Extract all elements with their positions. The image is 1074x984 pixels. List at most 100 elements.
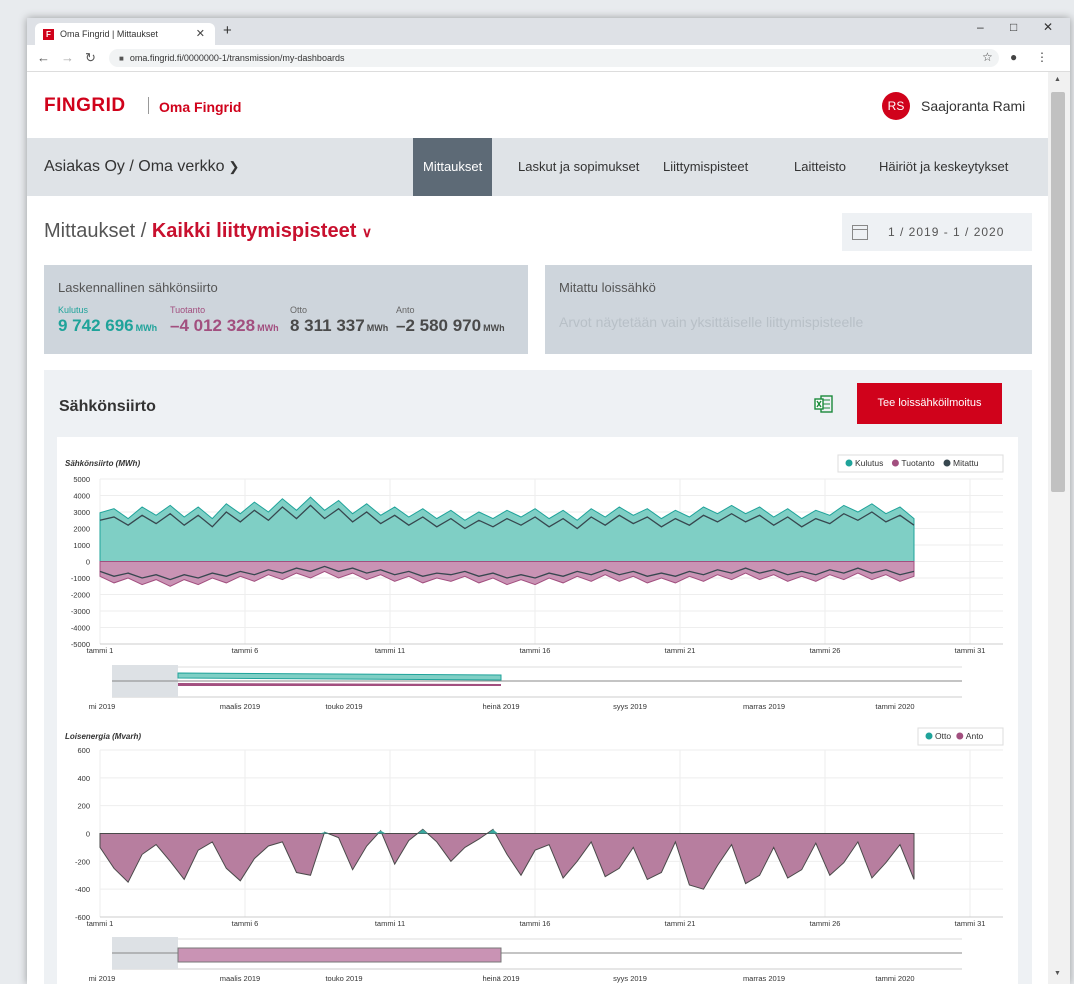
navigator-tick-label: marras 2019 <box>743 974 785 983</box>
metric-value: –4 012 328 <box>170 316 256 335</box>
scrollbar[interactable]: ▲ ▼ <box>1048 72 1070 984</box>
x-tick-label: tammi 6 <box>232 919 259 928</box>
new-tab-button[interactable]: + <box>223 22 232 39</box>
nav-item-laskut[interactable]: Laskut ja sopimukset <box>508 138 649 196</box>
chevron-down-icon: ❯ <box>228 159 240 174</box>
nav-item-mittaukset[interactable]: Mittaukset <box>413 138 493 196</box>
maximize-button[interactable]: □ <box>1010 20 1017 34</box>
legend-label: Otto <box>935 731 951 741</box>
x-tick-label: tammi 26 <box>810 646 841 655</box>
scroll-down-icon[interactable]: ▼ <box>1054 970 1061 977</box>
close-window-button[interactable]: ✕ <box>1043 20 1053 34</box>
back-arrow-icon[interactable]: ← <box>37 50 50 65</box>
otto-area <box>319 832 330 834</box>
browser-tab[interactable]: F Oma Fingrid | Mittaukset ✕ <box>35 23 215 45</box>
breadcrumb-root[interactable]: Mittaukset / <box>44 220 146 242</box>
navigator-kulutus <box>177 672 502 681</box>
metric-label: Tuotanto <box>170 305 206 315</box>
y-tick-label: 2000 <box>73 525 90 534</box>
legend-marker <box>956 732 964 740</box>
legend-label: Tuotanto <box>901 458 935 468</box>
y-tick-label: 5000 <box>73 475 90 484</box>
x-tick-label: tammi 16 <box>520 919 551 928</box>
metric-label: Anto <box>396 305 415 315</box>
navigator-tick-label: touko 2019 <box>325 974 362 983</box>
lock-icon: ■ <box>119 54 124 63</box>
navigator-tick-label: touko 2019 <box>325 702 362 711</box>
y-tick-label: 4000 <box>73 492 90 501</box>
close-tab-icon[interactable]: ✕ <box>196 27 205 40</box>
metric-tuotanto: Tuotanto –4 012 328 MWh <box>170 305 279 336</box>
chart-title: Loisenergia (Mvarh) <box>65 732 141 741</box>
x-tick-label: tammi 11 <box>375 919 405 928</box>
navigator-tick-label: tammi 2020 <box>875 702 914 711</box>
y-tick-label: 600 <box>77 746 90 755</box>
organization-label: Asiakas Oy / Oma verkko <box>44 158 225 175</box>
x-tick-label: tammi 6 <box>232 646 259 655</box>
kulutus-area <box>99 496 915 562</box>
calendar-icon <box>852 225 868 240</box>
charts-svg: Sähkönsiirto (MWh) Kulutus Tuotanto Mitattu… <box>65 454 1004 983</box>
navigator-tick-label: maalis 2019 <box>220 702 260 711</box>
bookmark-star-icon[interactable]: ☆ <box>982 50 993 64</box>
breadcrumb: Mittaukset / Kaikki liittymispisteet ∨ <box>44 220 372 243</box>
navigator-tick-label: mi 2019 <box>89 974 116 983</box>
navigator-loisenergia <box>177 947 502 963</box>
legend-marker <box>925 732 933 740</box>
more-menu-icon[interactable]: ⋮ <box>1036 50 1048 64</box>
loisenergia-area <box>99 828 915 890</box>
portal-name[interactable]: Oma Fingrid <box>159 99 241 115</box>
y-tick-label: -1000 <box>71 574 90 583</box>
metric-value: 8 311 337 <box>290 316 365 335</box>
navigator-tick-label: syys 2019 <box>613 974 647 983</box>
x-tick-label: tammi 21 <box>665 919 696 928</box>
panel-title: Sähkönsiirto <box>59 398 156 415</box>
scrollbar-thumb[interactable] <box>1051 92 1065 492</box>
excel-icon[interactable] <box>814 394 834 414</box>
reactive-report-button[interactable]: Tee loissähköilmoitus <box>857 383 1002 424</box>
y-tick-label: 400 <box>77 774 90 783</box>
reactive-power-card: Mitattu loissähkö Arvot näytetään vain y… <box>545 265 1032 354</box>
chart-title: Sähkönsiirto (MWh) <box>65 459 140 468</box>
tab-title: Oma Fingrid | Mittaukset <box>60 29 158 39</box>
nav-item-laitteisto[interactable]: Laitteisto <box>784 138 856 196</box>
navigator-tick-label: heinä 2019 <box>482 702 519 711</box>
metric-label: Otto <box>290 305 308 315</box>
url-field[interactable]: ■ oma.fingrid.fi/0000000-1/transmission/m… <box>109 49 999 67</box>
y-tick-label: -2000 <box>71 591 90 600</box>
metric-value: –2 580 970 <box>396 316 482 335</box>
x-tick-label: tammi 31 <box>955 919 986 928</box>
navigator-tick-label: maalis 2019 <box>220 974 260 983</box>
card-title: Laskennallinen sähkönsiirto <box>58 280 218 295</box>
legend-label: Anto <box>966 731 984 741</box>
profile-icon[interactable]: ● <box>1010 50 1017 64</box>
tab-strip: F Oma Fingrid | Mittaukset ✕ + – □ ✕ <box>27 18 1070 45</box>
x-tick-label: tammi 16 <box>520 646 551 655</box>
avatar[interactable]: RS <box>882 92 910 120</box>
nav-item-hairiot[interactable]: Häiriöt ja keskeytykset <box>869 138 1018 196</box>
user-name[interactable]: Saajoranta Rami <box>921 98 1025 114</box>
organization-selector[interactable]: Asiakas Oy / Oma verkko ❯ <box>44 158 239 176</box>
metric-kulutus: Kulutus 9 742 696 MWh <box>58 305 157 336</box>
chart-container: Sähkönsiirto (MWh) Kulutus Tuotanto Mitattu… <box>57 437 1018 984</box>
metric-value: 9 742 696 <box>58 316 134 335</box>
fingrid-logo[interactable]: FINGRID <box>44 95 126 117</box>
x-tick-label: tammi 1 <box>87 646 114 655</box>
y-tick-label: 200 <box>77 802 90 811</box>
y-tick-label: 1000 <box>73 541 90 550</box>
minimize-button[interactable]: – <box>977 20 984 34</box>
y-tick-label: -200 <box>75 857 90 866</box>
nav-item-liittymispisteet[interactable]: Liittymispisteet <box>653 138 758 196</box>
reactive-note: Arvot näytetään vain yksittäiselle liitt… <box>559 314 864 330</box>
x-tick-label: tammi 31 <box>955 646 986 655</box>
metric-label: Kulutus <box>58 305 89 315</box>
reload-icon[interactable]: ↻ <box>85 50 96 66</box>
transfer-panel: Sähkönsiirto Tee loissähköilmoitus Sähkö… <box>44 370 1032 984</box>
navigator-tick-label: tammi 2020 <box>875 974 914 983</box>
card-title: Mitattu loissähkö <box>559 280 656 295</box>
connection-point-selector[interactable]: Kaikki liittymispisteet ∨ <box>152 220 372 242</box>
legend-marker <box>845 459 853 467</box>
forward-arrow-icon[interactable]: → <box>61 50 74 65</box>
date-range-picker[interactable]: 1 / 2019 - 1 / 2020 <box>842 213 1032 251</box>
scroll-up-icon[interactable]: ▲ <box>1054 76 1061 83</box>
